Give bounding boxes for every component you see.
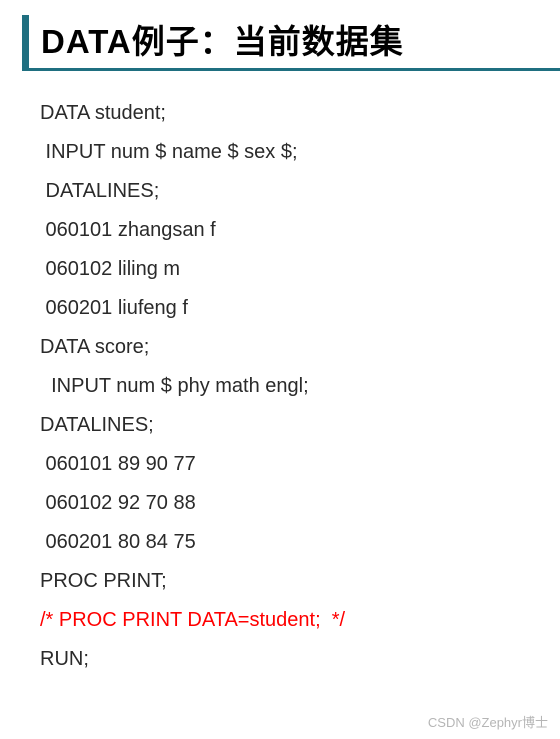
code-line: INPUT num $ phy math engl; bbox=[40, 367, 560, 406]
code-block: DATA student; INPUT num $ name $ sex $; … bbox=[0, 69, 560, 679]
code-line: PROC PRINT; bbox=[40, 562, 560, 601]
watermark-text: CSDN @Zephyr博士 bbox=[428, 712, 548, 731]
code-line: INPUT num $ name $ sex $; bbox=[40, 133, 560, 172]
title-accent-bar: DATA例子：当前数据集 bbox=[22, 15, 560, 69]
slide-title-block: DATA例子：当前数据集 bbox=[0, 0, 560, 69]
code-line: 060201 80 84 75 bbox=[40, 523, 560, 562]
code-line: 060102 92 70 88 bbox=[40, 484, 560, 523]
code-line: 060101 zhangsan f bbox=[40, 211, 560, 250]
code-line: 060102 liling m bbox=[40, 250, 560, 289]
code-line: DATALINES; bbox=[40, 406, 560, 445]
code-line: DATA student; bbox=[40, 94, 560, 133]
code-line: RUN; bbox=[40, 640, 560, 679]
code-line: /* PROC PRINT DATA=student; */ bbox=[40, 601, 560, 640]
slide-title: DATA例子：当前数据集 bbox=[41, 15, 560, 63]
code-line: 060201 liufeng f bbox=[40, 289, 560, 328]
code-line: DATA score; bbox=[40, 328, 560, 367]
code-line: 060101 89 90 77 bbox=[40, 445, 560, 484]
title-underline bbox=[22, 68, 560, 71]
code-line: DATALINES; bbox=[40, 172, 560, 211]
